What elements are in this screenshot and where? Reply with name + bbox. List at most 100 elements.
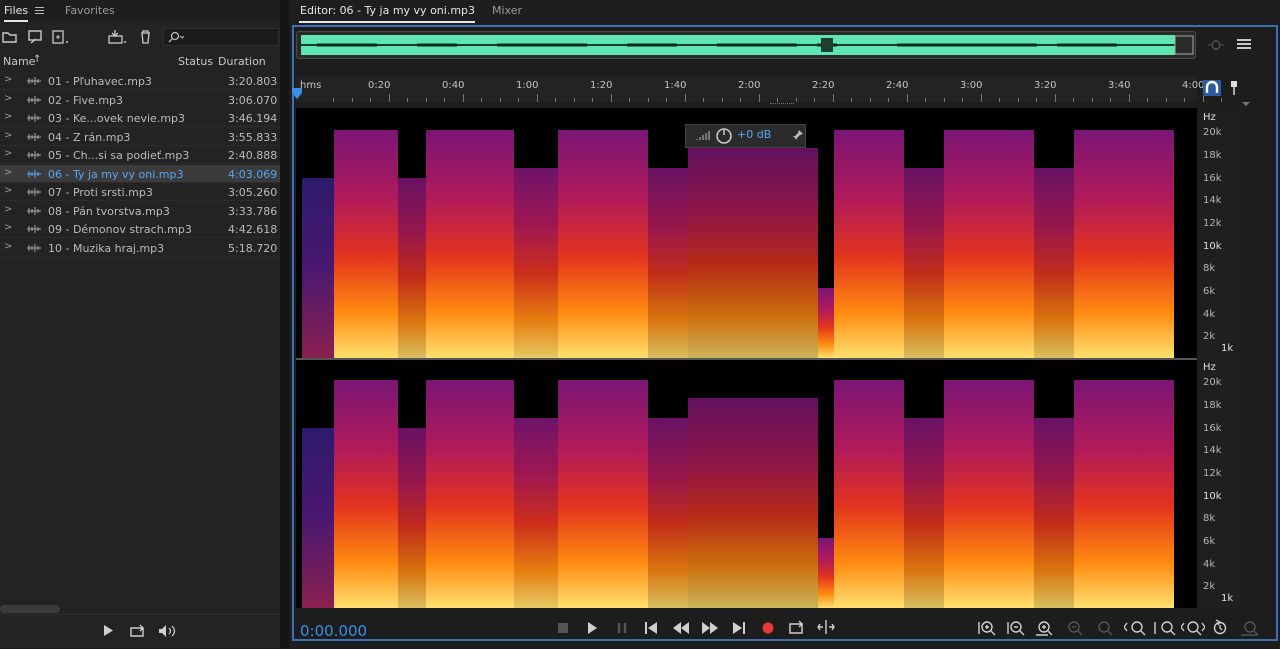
overview-waveform[interactable] [296, 31, 1196, 59]
panel-menu-icon[interactable] [35, 5, 44, 16]
file-name: 04 - Z rán.mp3 [48, 130, 131, 144]
stop-icon[interactable] [558, 623, 568, 633]
file-list-item[interactable]: >09 - Démonov strach.mp3 4:42.618 [0, 220, 280, 238]
zoom-history-icon[interactable] [1212, 619, 1230, 636]
file-list-item[interactable]: >08 - Pán tvorstva.mp3 3:33.786 [0, 202, 280, 220]
ruler-tick [666, 98, 667, 102]
open-folder-icon[interactable] [2, 30, 18, 43]
waveform-file-icon [27, 95, 41, 104]
frequency-label: 4k [1203, 559, 1216, 570]
file-list-item[interactable]: >04 - Z rán.mp3 3:55.833 [0, 128, 280, 146]
tab-editor[interactable]: Editor: 06 - Ty ja my vy oni.mp3 [300, 4, 475, 17]
loop-icon[interactable] [130, 624, 146, 637]
column-duration[interactable]: Duration [218, 55, 266, 68]
file-list-item[interactable]: >02 - Five.mp3 3:06.070 [0, 91, 280, 109]
rewind-icon[interactable] [673, 622, 689, 634]
pause-icon[interactable] [617, 623, 627, 633]
chevron-right-icon[interactable]: > [4, 74, 12, 85]
column-name[interactable]: Name [3, 55, 35, 68]
spectral-display[interactable] [296, 108, 1197, 608]
chevron-right-icon[interactable]: > [4, 148, 12, 159]
pin-icon[interactable] [792, 129, 804, 141]
frequency-label: 12k [1203, 468, 1222, 479]
tab-files[interactable]: Files [4, 4, 28, 17]
ruler-label: 0:20 [368, 80, 391, 91]
file-list-item[interactable]: >10 - Muzika hraj.mp3 5:18.720 [0, 239, 280, 257]
zoom-out-full-icon[interactable] [1241, 620, 1259, 636]
frequency-label: Hz [1203, 112, 1216, 123]
ruler-label: 2:00 [738, 80, 761, 91]
file-name: 02 - Five.mp3 [48, 93, 124, 107]
zoom-out-amplitude-icon[interactable] [1007, 620, 1025, 636]
new-file-icon[interactable] [52, 30, 70, 44]
file-duration: 3:55.833 [228, 130, 278, 144]
loop-playback-icon[interactable] [789, 620, 805, 634]
volume-icon[interactable] [158, 624, 178, 638]
chevron-right-icon[interactable]: > [4, 222, 12, 233]
skip-forward-icon[interactable] [733, 622, 745, 634]
ruler-tick [814, 98, 815, 102]
zoom-fit-icon[interactable] [1206, 37, 1226, 53]
zoom-selection-left-icon[interactable] [1154, 620, 1176, 636]
marker-pin-icon[interactable] [1229, 80, 1239, 96]
time-ruler[interactable]: hms 0:20 0:40 1:00 1:20 1:40 2:00 2:20 2:40 3:00 3… [296, 76, 1222, 102]
insert-icon[interactable] [107, 29, 127, 44]
trash-icon[interactable] [139, 30, 152, 44]
chevron-right-icon[interactable]: > [4, 93, 12, 104]
ruler-tick [481, 98, 482, 102]
chevron-right-icon[interactable]: > [4, 241, 12, 252]
waveform-file-icon [27, 114, 41, 122]
chevron-right-icon[interactable]: > [4, 111, 12, 122]
chevron-right-icon[interactable]: > [4, 130, 12, 141]
chevron-right-icon[interactable]: > [4, 167, 12, 178]
play-icon[interactable] [587, 622, 597, 634]
frequency-label: 14k [1203, 445, 1222, 456]
tab-mixer[interactable]: Mixer [492, 4, 522, 17]
gain-knob-icon[interactable] [715, 127, 733, 145]
chevron-down-icon[interactable] [1242, 101, 1250, 107]
panel-divider[interactable] [280, 0, 289, 648]
file-duration: 3:33.786 [228, 204, 278, 218]
ruler-tick [1017, 98, 1019, 102]
ruler-tick [592, 98, 593, 102]
zoom-in-time-icon[interactable] [1036, 620, 1054, 636]
frequency-label: 20k [1203, 127, 1222, 138]
waveform-file-icon [27, 188, 41, 196]
panel-list-icon[interactable] [1237, 38, 1251, 51]
skip-selection-icon[interactable] [817, 620, 835, 634]
ruler-tick [444, 98, 445, 102]
zoom-out-time-icon[interactable] [1066, 620, 1084, 636]
gain-value[interactable]: +0 dB [737, 128, 771, 141]
zoom-selection-right-icon[interactable] [1181, 620, 1205, 636]
zoom-reset-icon[interactable] [1095, 620, 1113, 636]
column-status[interactable]: Status [178, 55, 213, 68]
chevron-right-icon[interactable]: > [4, 185, 12, 196]
skip-back-icon[interactable] [645, 622, 657, 634]
record-icon[interactable] [762, 622, 774, 634]
ruler-label: 1:40 [664, 80, 687, 91]
level-meter-icon [696, 131, 710, 140]
fast-forward-icon[interactable] [702, 622, 718, 634]
play-icon[interactable] [103, 625, 113, 636]
frequency-label: 8k [1203, 263, 1216, 274]
ruler-tick [610, 94, 612, 102]
timecode-display[interactable]: 0:00.000 [300, 622, 367, 640]
ruler-tick [943, 98, 945, 102]
zoom-in-selection-icon[interactable] [1124, 620, 1146, 636]
file-list-item[interactable]: >03 - Ke...ovek nevie.mp3 3:46.194 [0, 109, 280, 127]
files-scrollbar[interactable] [0, 605, 60, 613]
zoom-in-amplitude-icon[interactable] [978, 620, 996, 636]
file-list-item[interactable]: >05 - Ch...si sa podieť.mp3 2:40.888 [0, 146, 280, 164]
playhead-icon[interactable] [291, 87, 303, 100]
tab-favorites[interactable]: Favorites [65, 4, 115, 17]
file-list-item[interactable]: >07 - Proti srsti.mp3 3:05.260 [0, 183, 280, 201]
ruler-tick [573, 98, 575, 102]
import-icon[interactable] [27, 30, 45, 44]
snap-icon[interactable] [1203, 80, 1221, 96]
file-list-item[interactable]: >06 - Ty ja my vy oni.mp3 4:03.069 [0, 164, 280, 183]
ruler-label: 2:20 [812, 80, 835, 91]
file-list-item[interactable]: >01 - Pľuhavec.mp3 3:20.803 [0, 72, 280, 90]
chevron-right-icon[interactable]: > [4, 204, 12, 215]
ruler-label: 4:00 [1182, 80, 1205, 91]
waveform-file-icon [27, 243, 41, 252]
